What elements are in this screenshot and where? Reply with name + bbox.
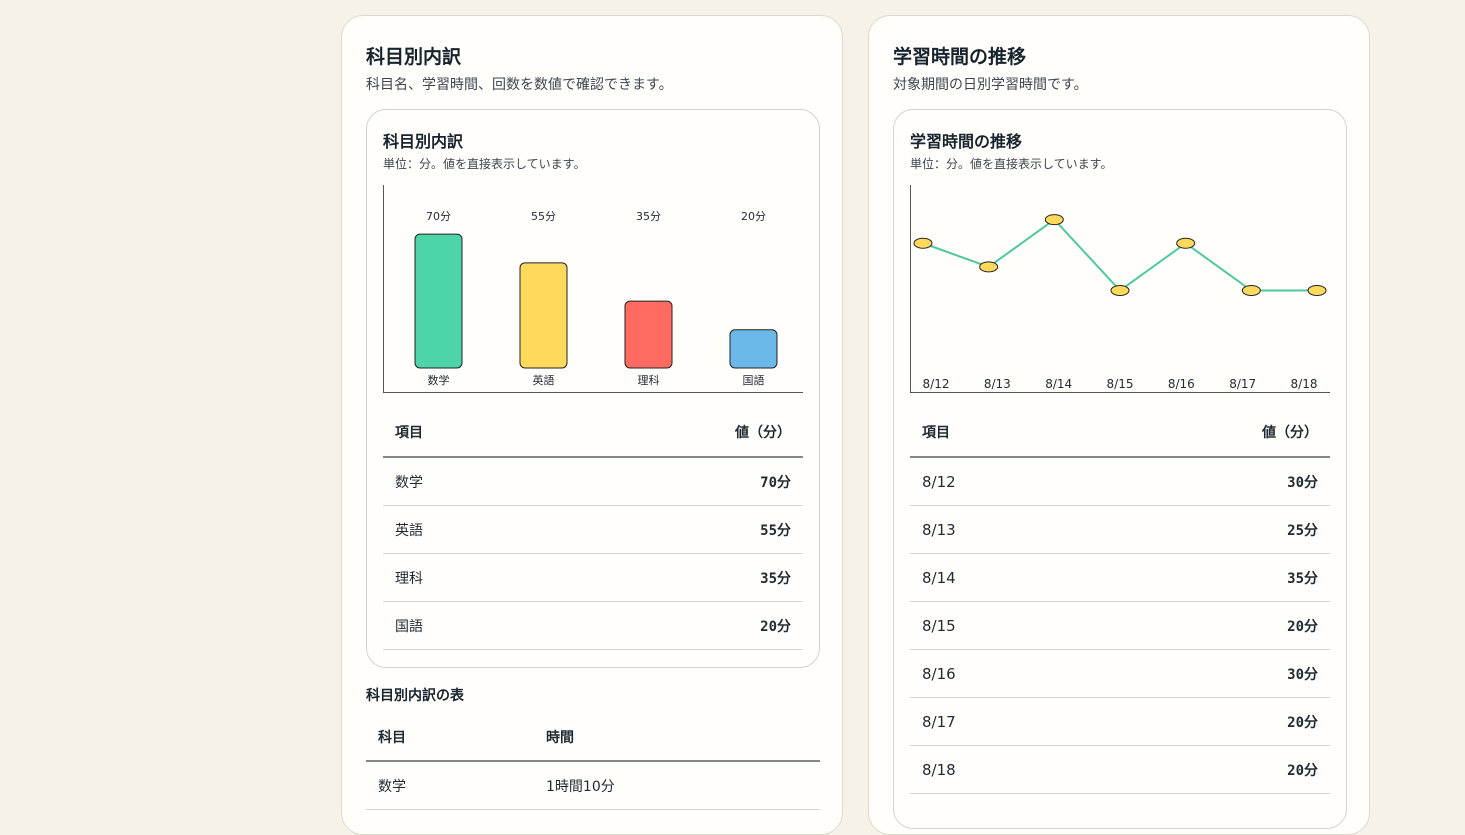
row-value: 70分	[548, 457, 803, 506]
row-value: 20分	[548, 601, 803, 650]
data-point	[1176, 237, 1196, 249]
bar-value-label: 35分	[636, 210, 661, 223]
row-label: 8/16	[910, 649, 1086, 698]
x-tick-label: 8/12	[923, 377, 950, 391]
chart-title: 学習時間の推移	[910, 132, 1023, 151]
row-value: 30分	[1085, 649, 1330, 698]
card-subtitle: 科目名、学習時間、回数を数値で確認できます。	[366, 77, 673, 93]
table-row: 数学 1時間10分	[366, 761, 820, 810]
subject-bar-chart: 70分数学 55分英語 35分理科 20分国語	[383, 185, 803, 393]
table-row: 8/17 20分	[910, 697, 1330, 746]
table-row: 8/13 25分	[910, 505, 1330, 554]
breakdown-value-table: 項目 値（分） 数学 70分 英語 55分 理科 35分 国語 20分	[383, 408, 803, 650]
trend-value-table: 項目 値（分） 8/12 30分 8/13 25分 8/14 35分 8/15 …	[910, 408, 1330, 794]
column-header-value: 値（分）	[548, 408, 803, 458]
category-label: 国語	[743, 373, 765, 387]
x-tick-label: 8/16	[1168, 377, 1195, 391]
row-label: 8/13	[910, 505, 1086, 554]
bar	[414, 233, 463, 369]
bar-chart-panel: 科目別内訳 単位：分。値を直接表示しています。 70分 数学 55分 英語 35分 理科 2…	[366, 109, 820, 668]
row-label: 8/15	[910, 601, 1086, 650]
row-value: 20分	[1085, 601, 1330, 650]
column-header-item: 項目	[383, 408, 549, 458]
x-tick-label: 8/15	[1107, 377, 1134, 391]
row-label: 英語	[383, 505, 549, 554]
row-subject: 数学	[366, 761, 534, 810]
row-label: 8/14	[910, 553, 1086, 602]
x-tick-label: 8/17	[1229, 377, 1256, 391]
bar	[519, 262, 568, 369]
x-tick-label: 8/18	[1291, 377, 1318, 391]
bar-value-label: 20分	[741, 210, 766, 223]
row-value: 20分	[1085, 745, 1330, 794]
x-tick-label: 8/14	[1045, 377, 1072, 391]
card-title: 学習時間の推移	[893, 46, 1027, 68]
table-row: 国語 20分	[383, 601, 803, 650]
row-label: 8/17	[910, 697, 1086, 746]
column-header-value: 値（分）	[1085, 408, 1330, 458]
table-row: 理科 35分	[383, 553, 803, 602]
data-point	[1241, 285, 1261, 296]
chart-title: 科目別内訳	[383, 132, 464, 151]
category-label: 数学	[428, 373, 450, 387]
row-label: 数学	[383, 457, 549, 506]
column-header-subject: 科目	[366, 714, 534, 762]
data-point	[1044, 214, 1064, 226]
row-value: 35分	[1085, 553, 1330, 602]
line-chart-panel: 学習時間の推移 単位：分。値を直接表示しています。 8/12 8/13 8/14 8/…	[893, 109, 1347, 829]
bar-value-label: 70分	[426, 210, 451, 223]
chart-note: 単位：分。値を直接表示しています。	[910, 157, 1113, 171]
daily-line-chart: 8/12 8/13 8/14 8/15 8/16 8/17 8/18	[910, 185, 1330, 393]
summary-table-title: 科目別内訳の表	[366, 688, 464, 704]
data-point	[1307, 285, 1327, 296]
table-row: 8/12 30分	[910, 457, 1330, 506]
table-row: 数学 70分	[383, 457, 803, 506]
bar	[729, 329, 778, 369]
row-value: 55分	[548, 505, 803, 554]
category-label: 理科	[638, 373, 660, 387]
data-point	[979, 261, 999, 273]
data-point	[1110, 285, 1130, 296]
study-trend-card: 学習時間の推移 対象期間の日別学習時間です。 学習時間の推移 単位：分。値を直接…	[868, 15, 1370, 835]
row-label: 8/12	[910, 457, 1086, 506]
row-value: 25分	[1085, 505, 1330, 554]
row-value: 35分	[548, 553, 803, 602]
column-header-time: 時間	[534, 714, 820, 762]
card-title: 科目別内訳	[366, 46, 462, 68]
table-row: 8/14 35分	[910, 553, 1330, 602]
table-row: 8/18 20分	[910, 745, 1330, 794]
row-value: 30分	[1085, 457, 1330, 506]
row-time: 1時間10分	[534, 761, 820, 810]
category-label: 英語	[533, 373, 555, 387]
row-label: 理科	[383, 553, 549, 602]
row-label: 国語	[383, 601, 549, 650]
card-subtitle: 対象期間の日別学習時間です。	[893, 77, 1088, 93]
x-tick-label: 8/13	[984, 377, 1011, 391]
chart-note: 単位：分。値を直接表示しています。	[383, 157, 586, 171]
column-header-item: 項目	[910, 408, 1086, 458]
table-row: 8/16 30分	[910, 649, 1330, 698]
subject-breakdown-card: 科目別内訳 科目名、学習時間、回数を数値で確認できます。 科目別内訳 単位：分。…	[341, 15, 843, 835]
summary-table: 科目 時間 数学 1時間10分	[366, 714, 820, 810]
bar-value-label: 55分	[531, 210, 556, 223]
table-row: 英語 55分	[383, 505, 803, 554]
bar	[624, 300, 673, 369]
table-row: 8/15 20分	[910, 601, 1330, 650]
row-label: 8/18	[910, 745, 1086, 794]
series-line	[922, 218, 1317, 292]
row-value: 20分	[1085, 697, 1330, 746]
data-point	[913, 237, 933, 249]
